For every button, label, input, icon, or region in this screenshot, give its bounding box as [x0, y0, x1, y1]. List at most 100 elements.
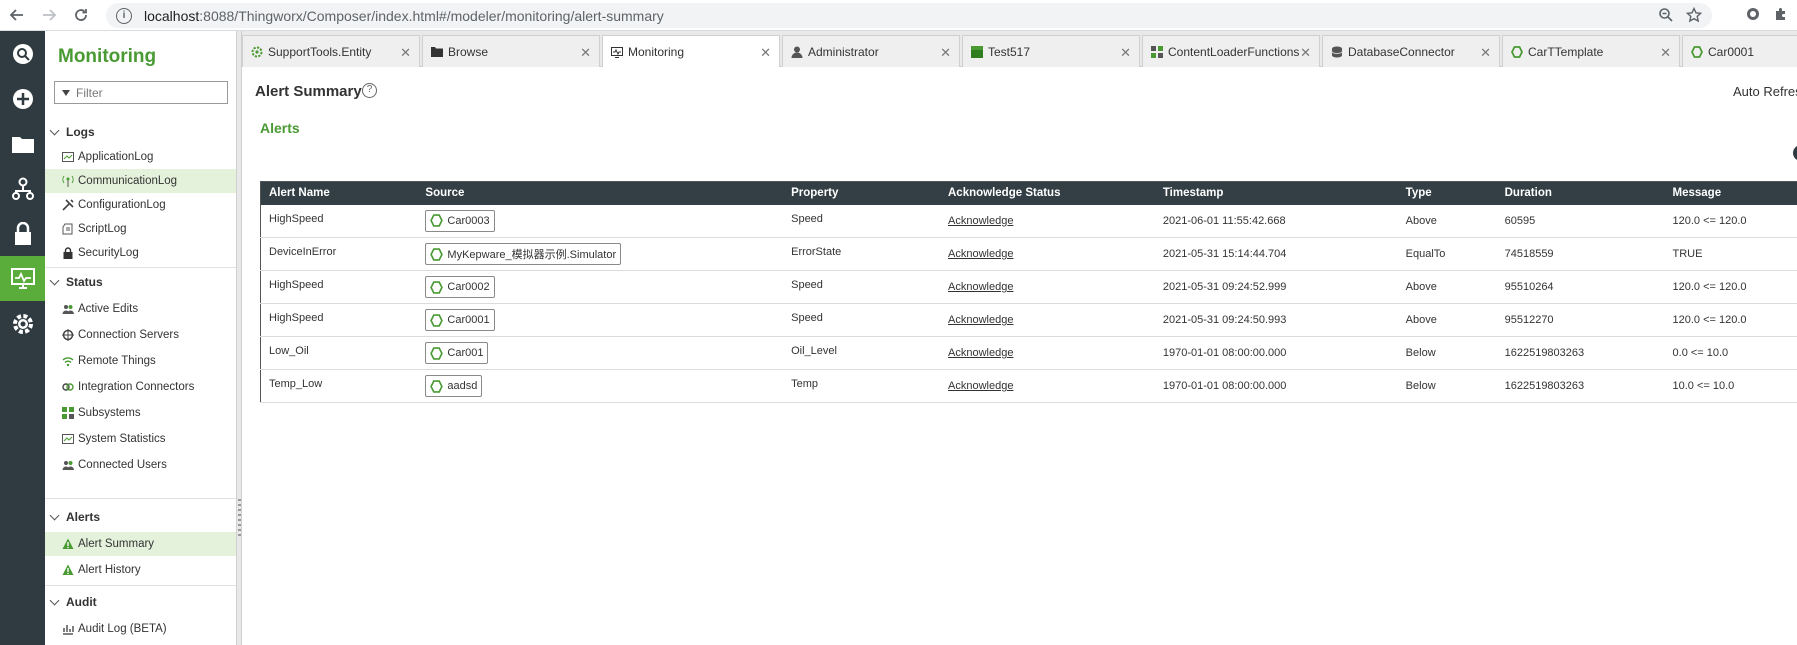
tab-administrator[interactable]: Administrator ✕: [782, 35, 960, 67]
column-header-acknowledge-status[interactable]: Acknowledge Status: [940, 181, 1155, 205]
sidebar-item-applicationlog[interactable]: ApplicationLog: [45, 145, 236, 169]
table-row[interactable]: DeviceInError MyKepware_模拟器示例.Simulator …: [260, 237, 1797, 271]
source-entity-link[interactable]: MyKepware_模拟器示例.Simulator: [425, 243, 622, 265]
group-header-logs[interactable]: Logs: [45, 121, 236, 143]
group-header-status[interactable]: Status: [45, 271, 236, 293]
acknowledge-link[interactable]: Acknowledge: [948, 248, 1013, 260]
close-icon[interactable]: ✕: [940, 45, 951, 61]
close-icon[interactable]: ✕: [1120, 45, 1131, 61]
cell-property: ErrorState: [783, 237, 940, 271]
sidebar-item-remote-things[interactable]: Remote Things: [45, 349, 236, 373]
cell-property: Temp: [783, 369, 940, 403]
source-name: Car001: [447, 347, 484, 359]
divider: [45, 585, 236, 586]
column-header-message[interactable]: Message: [1664, 181, 1797, 205]
monitor-icon[interactable]: [0, 256, 45, 301]
source-entity-link[interactable]: aadsd: [425, 375, 483, 397]
source-entity-link[interactable]: Car0003: [425, 209, 495, 232]
table-row[interactable]: HighSpeed Car0002 Speed Acknowledge 2021…: [260, 270, 1797, 304]
site-info-icon[interactable]: i: [116, 7, 132, 24]
acknowledge-link[interactable]: Acknowledge: [948, 215, 1013, 227]
tab-databaseconnector[interactable]: DatabaseConnector ✕: [1322, 35, 1500, 67]
extension-icon[interactable]: [1745, 6, 1761, 25]
sidebar-item-securitylog[interactable]: SecurityLog: [45, 241, 236, 265]
tab-carttemplate[interactable]: CarTTemplate ✕: [1502, 35, 1680, 67]
close-icon[interactable]: ✕: [1300, 45, 1311, 61]
sidebar-item-active-edits[interactable]: Active Edits: [45, 297, 236, 321]
sidebar-item-alert-summary[interactable]: Alert Summary: [45, 532, 236, 556]
column-header-type[interactable]: Type: [1397, 181, 1497, 205]
sidebar-item-audit-log[interactable]: Audit Log (BETA): [45, 617, 236, 641]
column-header-property[interactable]: Property: [783, 181, 940, 205]
close-icon[interactable]: ✕: [760, 45, 771, 61]
acknowledge-link[interactable]: Acknowledge: [948, 314, 1013, 326]
source-entity-link[interactable]: Car001: [425, 342, 489, 364]
sidebar-item-communicationlog[interactable]: CommunicationLog: [45, 169, 236, 193]
refresh-toggle-icon[interactable]: [1793, 145, 1797, 161]
help-icon[interactable]: ?: [362, 83, 377, 98]
add-icon[interactable]: [0, 76, 45, 121]
group-header-audit[interactable]: Audit: [45, 591, 236, 613]
gear-icon[interactable]: [0, 301, 45, 346]
forward-icon[interactable]: [38, 4, 60, 26]
acknowledge-link[interactable]: Acknowledge: [948, 380, 1013, 392]
zoom-icon[interactable]: [1658, 7, 1674, 26]
column-header-timestamp[interactable]: Timestamp: [1154, 181, 1398, 205]
connection-icon: [62, 329, 74, 341]
table-row[interactable]: Low_Oil Car001 Oil_Level Acknowledge 197…: [260, 336, 1797, 370]
sidebar-item-configurationlog[interactable]: ConfigurationLog: [45, 193, 236, 217]
sidebar-item-system-statistics[interactable]: System Statistics: [45, 427, 236, 451]
sidebar-item-alert-history[interactable]: Alert History: [45, 558, 236, 582]
tab-test517[interactable]: Test517 ✕: [962, 35, 1140, 67]
acknowledge-link[interactable]: Acknowledge: [948, 281, 1013, 293]
table-row[interactable]: Temp_Low aadsd Temp Acknowledge 1970-01-…: [260, 369, 1797, 403]
search-icon[interactable]: [0, 31, 45, 76]
tab-browse[interactable]: Browse ✕: [422, 35, 600, 67]
filter-input[interactable]: Filter: [54, 81, 228, 104]
sidebar-item-label: CommunicationLog: [78, 175, 178, 187]
bookmark-star-icon[interactable]: [1685, 6, 1703, 26]
close-icon[interactable]: ✕: [1660, 45, 1671, 61]
acknowledge-link[interactable]: Acknowledge: [948, 347, 1013, 359]
antenna-icon: [62, 175, 74, 187]
lock-icon[interactable]: [0, 211, 45, 256]
close-icon[interactable]: ✕: [1480, 45, 1491, 61]
back-icon[interactable]: [6, 4, 28, 26]
puzzle-icon[interactable]: [1773, 6, 1789, 25]
sidebar-item-subsystems[interactable]: Subsystems: [45, 401, 236, 425]
table-row[interactable]: HighSpeed Car0001 Speed Acknowledge 2021…: [260, 303, 1797, 337]
tab-monitoring[interactable]: Monitoring ✕: [602, 35, 780, 68]
source-name: Car0002: [447, 281, 490, 293]
reload-icon[interactable]: [70, 4, 92, 26]
tab-car0001[interactable]: Car0001: [1682, 35, 1797, 67]
table-row[interactable]: HighSpeed Car0003 Speed Acknowledge 2021…: [260, 204, 1797, 238]
hierarchy-icon[interactable]: [0, 166, 45, 211]
statistics-icon: [62, 433, 74, 445]
sidebar-item-connection-servers[interactable]: Connection Servers: [45, 323, 236, 347]
close-icon[interactable]: ✕: [580, 45, 591, 61]
folder-icon: [431, 46, 443, 58]
column-header-source[interactable]: Source: [417, 181, 784, 205]
source-entity-link[interactable]: Car0001: [425, 309, 495, 331]
url-host: localhost: [144, 7, 200, 24]
address-bar[interactable]: i localhost:8088/Thingworx/Composer/inde…: [106, 3, 1712, 28]
close-icon[interactable]: ✕: [400, 45, 411, 61]
sidebar-item-integration-connectors[interactable]: Integration Connectors: [45, 375, 236, 399]
column-header-duration[interactable]: Duration: [1496, 181, 1665, 205]
cell-alert-name: DeviceInError: [260, 237, 418, 271]
cell-ack: Acknowledge: [940, 303, 1155, 337]
group-header-alerts[interactable]: Alerts: [45, 506, 236, 528]
source-entity-link[interactable]: Car0002: [425, 276, 495, 298]
subsystems-icon: [62, 407, 74, 419]
sidebar-item-connected-users[interactable]: Connected Users: [45, 453, 236, 477]
sidebar-item-scriptlog[interactable]: ScriptLog: [45, 217, 236, 241]
tab-supporttools-entity[interactable]: SupportTools.Entity ✕: [242, 35, 420, 67]
folder-icon[interactable]: [0, 121, 45, 166]
cell-type: Above: [1397, 303, 1497, 337]
alerts-table: Alert Name Source Property Acknowledge S…: [260, 181, 1797, 403]
tab-contentloaderfunctions[interactable]: ContentLoaderFunctions ✕: [1142, 35, 1320, 67]
browser-extensions: [1745, 6, 1789, 25]
auto-refresh-label[interactable]: Auto Refres: [1733, 84, 1797, 99]
chevron-down-icon: [49, 510, 60, 520]
column-header-alert-name[interactable]: Alert Name: [260, 181, 418, 205]
